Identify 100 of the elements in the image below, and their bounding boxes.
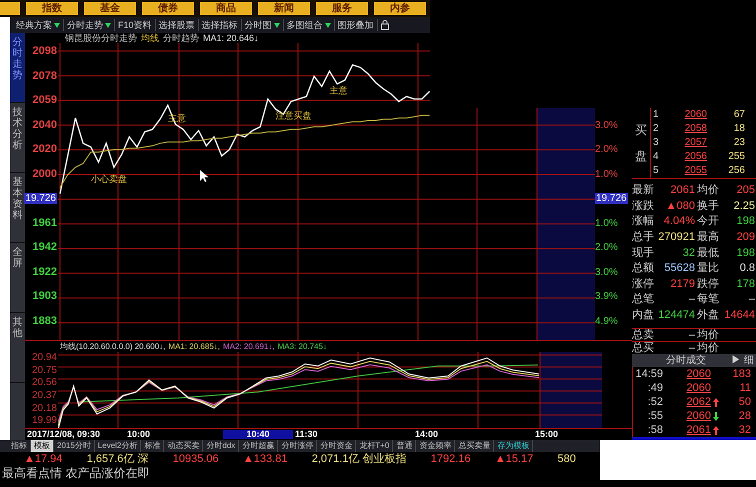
bottom-tab[interactable]: 动态买卖 — [164, 440, 204, 452]
stat-label: 每笔 — [696, 294, 720, 306]
trade-volume: 50 — [738, 396, 751, 408]
chart-annotation: 主意 — [330, 85, 348, 96]
stat-label: 今开 — [696, 216, 720, 228]
ticker-value: ▲17.94 — [24, 454, 62, 464]
indicator-legend: MA2: 20.691↓, — [223, 342, 275, 350]
bottom-tab[interactable]: 2015分时 — [54, 440, 95, 452]
stat-label: 最低 — [696, 248, 720, 259]
trade-volume: 183 — [732, 368, 751, 380]
bid-volume: 18 — [732, 124, 745, 134]
save-template-button[interactable]: 存为模板 — [494, 440, 534, 452]
bottom-tab[interactable]: 分时资金 — [317, 440, 356, 452]
time-label: 10:40 — [223, 430, 293, 439]
bottom-tab[interactable]: Level2分析 — [94, 440, 142, 452]
stat-label: 最高 — [696, 232, 720, 244]
toolbar-item[interactable]: F10资料 — [118, 19, 156, 31]
stat-value: 2179 — [670, 278, 695, 290]
time-label: 10:00 — [126, 430, 152, 439]
bottom-tab[interactable]: 龙杆T+0 — [356, 440, 394, 452]
toolbar-item[interactable]: 选择指标 — [202, 19, 242, 31]
bottom-tab[interactable]: 总买卖量 — [455, 440, 494, 452]
stat-value: – — [748, 294, 755, 306]
stat-label: 跌停 — [696, 278, 720, 290]
toolbar-item[interactable]: 分时图 — [244, 19, 284, 31]
stat-value: 124474 — [657, 310, 695, 322]
dropdown-caret-icon — [274, 22, 280, 28]
stat-value: 0.8 — [738, 263, 755, 274]
up-arrow-icon — [713, 398, 719, 406]
dropdown-caret-icon — [105, 22, 111, 28]
nav-button[interactable]: 内参 — [374, 2, 426, 15]
trade-price: 2061 — [686, 424, 711, 436]
level-index: 3 — [652, 138, 660, 148]
price-label: 1922 — [32, 266, 57, 278]
price-label: 1961 — [32, 216, 57, 228]
nav-button[interactable]: 债券 — [142, 2, 194, 15]
stat-value: ▲080 — [664, 200, 695, 212]
nav-button[interactable]: 指数 — [26, 2, 78, 15]
bottom-tab[interactable]: 分时涨停 — [278, 440, 318, 452]
stat-label: 总笔 — [632, 294, 655, 306]
percent-label: 3.9% — [595, 291, 618, 302]
current-value-tag: 19.726 — [595, 193, 628, 204]
toolbar-item[interactable]: 选择股票 — [158, 19, 199, 31]
toolbar-item[interactable]: 分时走势 — [67, 19, 115, 31]
side-tab[interactable]: 分时走势 — [10, 33, 25, 103]
stat-value: 14644 — [723, 310, 755, 322]
trade-time: :52 — [646, 396, 663, 408]
bottom-tab[interactable]: 模板 — [31, 440, 54, 452]
indicator-legend: 均线(10.20.60.0.0.0) 20.600↓, — [60, 342, 166, 350]
chart-title: 钢昆股份分时走势 — [65, 34, 137, 42]
stat-value: 198 — [736, 216, 755, 228]
price-label: 2040 — [32, 118, 57, 130]
price-label: 2059 — [32, 94, 57, 106]
bid-volume: 67 — [732, 110, 745, 120]
nav-button[interactable]: 服务 — [316, 2, 368, 15]
percent-label: 3.0% — [595, 266, 618, 278]
bid-volume: 23 — [732, 138, 745, 148]
ticker-value: 1792.16 — [430, 454, 471, 464]
bottom-tab[interactable]: 普通 — [393, 440, 416, 452]
price-label: 1903 — [32, 290, 57, 302]
bottom-tab[interactable]: 标准 — [141, 440, 164, 452]
stat-label: 量比 — [696, 263, 720, 274]
price-label: 1942 — [32, 241, 57, 253]
lock-icon[interactable] — [380, 20, 389, 30]
indicator-legend: MA1: 20.685↓, — [168, 342, 220, 350]
trade-volume: 11 — [738, 382, 751, 394]
stat-label: 换手 — [696, 200, 720, 212]
nav-button[interactable]: 基金 — [84, 2, 136, 15]
bid-volume: 256 — [727, 166, 745, 176]
indicator-legend: MA3: 20.745↓ — [278, 342, 327, 350]
bottom-tab[interactable]: 分时超赢 — [239, 440, 278, 452]
stat-value: 178 — [736, 278, 755, 290]
nav-button[interactable]: 新闻 — [258, 2, 310, 15]
ticker-value: ▲15.17 — [494, 454, 534, 464]
news-headline[interactable]: 最高看点情 农产品涨价在即 — [2, 467, 150, 479]
detail-link[interactable]: ▶ 细 — [731, 356, 754, 366]
stat-label: 均价 — [696, 185, 720, 196]
trades-title: 分时成交 — [666, 356, 706, 366]
bid-volume: 255 — [727, 152, 745, 162]
trade-time: :49 — [646, 382, 663, 394]
stat-label: 总买 — [632, 342, 655, 354]
bid-price: 2055 — [684, 166, 707, 176]
dropdown-caret-icon — [54, 22, 60, 28]
stat-value: – — [688, 330, 695, 340]
toolbar-item[interactable]: 图形叠加 — [338, 19, 378, 31]
bottom-tab[interactable]: 分时ddx — [203, 440, 240, 452]
stat-label: 总额 — [632, 263, 655, 274]
time-label: 15:00 — [534, 430, 560, 439]
down-arrow-icon — [713, 412, 719, 420]
toolbar-item[interactable]: 经典方案 — [16, 19, 64, 31]
ticker-value: 2,071.1亿 创业板指 — [312, 454, 407, 464]
stat-label: 均价 — [696, 342, 720, 354]
nav-button[interactable]: 商品 — [200, 2, 252, 15]
toolbar-item[interactable]: 多图组合 — [286, 19, 335, 31]
ticker-value: 10935.06 — [172, 454, 219, 464]
indicator-label: 20.37 — [32, 391, 57, 403]
bid-price: 2057 — [684, 138, 707, 148]
bottom-tab[interactable]: 资金频率 — [416, 440, 456, 452]
indicator-label: 19.99 — [32, 416, 57, 428]
stat-label: 总手 — [632, 232, 655, 244]
